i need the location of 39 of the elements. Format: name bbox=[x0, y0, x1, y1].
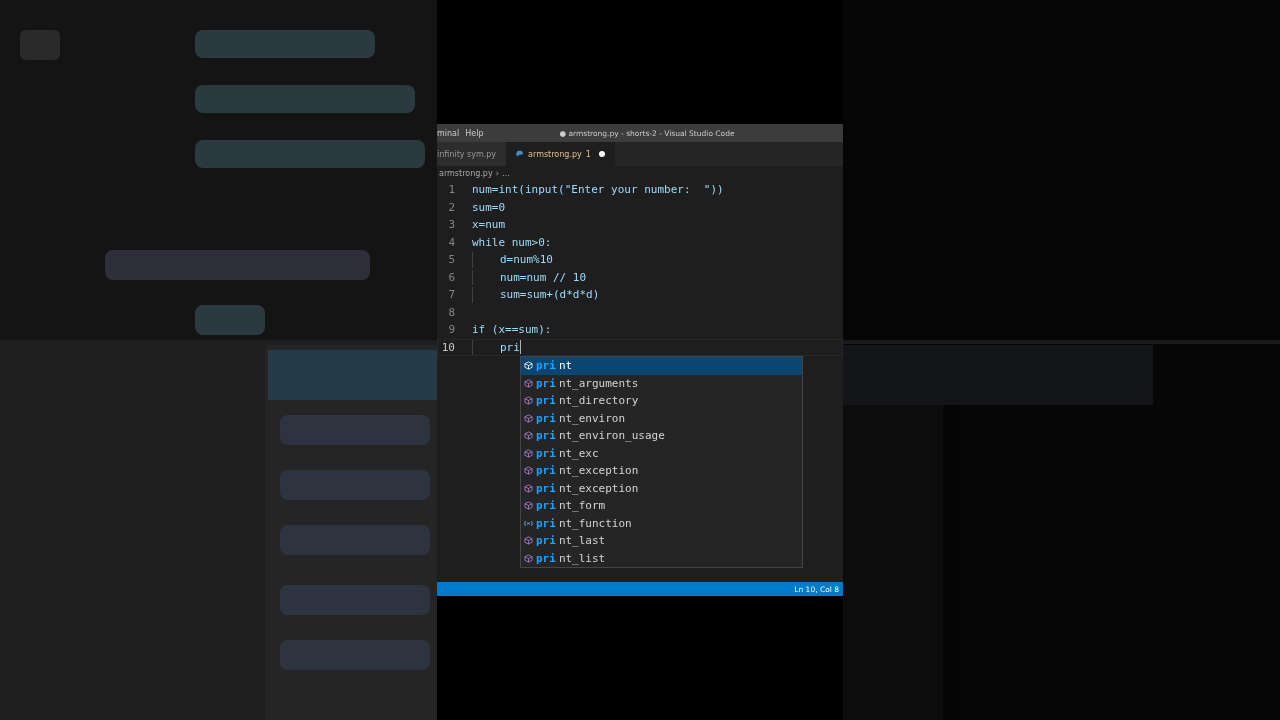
line-number: 1 bbox=[447, 183, 455, 197]
code-line: num=num // 10 bbox=[500, 270, 587, 284]
suggestion-item[interactable]: pri nt_list bbox=[521, 549, 802, 567]
breadcrumb-item[interactable]: armstrong.py bbox=[439, 168, 493, 178]
line-number: 7 bbox=[447, 288, 455, 302]
menu-item[interactable]: Help bbox=[465, 128, 490, 138]
code-line: if (x==sum): bbox=[472, 323, 552, 337]
line-number: 4 bbox=[447, 235, 455, 249]
suggestion-item[interactable]: pri nt_exception bbox=[521, 479, 802, 497]
line-number: 8 bbox=[447, 305, 455, 319]
menu-item[interactable]: minal bbox=[437, 128, 466, 138]
suggestion-item[interactable]: pri nt_arguments bbox=[521, 374, 802, 392]
suggestion-item[interactable]: pri nt_environ_usage bbox=[521, 427, 802, 445]
suggestion-item[interactable]: pri nt_directory bbox=[521, 392, 802, 410]
breadcrumb-item[interactable]: … bbox=[501, 168, 510, 178]
editor-tab[interactable]: infinity sym.py bbox=[437, 142, 507, 166]
line-number: 5 bbox=[447, 253, 455, 267]
suggestion-item[interactable]: pri nt_exception bbox=[521, 462, 802, 480]
code-line: x=num bbox=[472, 218, 506, 232]
suggestion-item[interactable]: pri nt_function bbox=[521, 514, 802, 532]
suggestion-item[interactable]: pri nt_exc bbox=[521, 444, 802, 462]
code-line: pri bbox=[500, 340, 520, 354]
python-file-icon bbox=[516, 150, 525, 158]
code-line: sum=sum+(d*d*d) bbox=[500, 288, 600, 302]
code-line: num=int(input("Enter your number: ")) bbox=[472, 183, 724, 197]
line-number: 3 bbox=[447, 218, 455, 232]
suggestion-item[interactable]: pri nt_environ bbox=[521, 409, 802, 427]
suggestion-item[interactable]: pri nt_last bbox=[521, 532, 802, 550]
suggestion-item[interactable]: pri nt bbox=[521, 357, 802, 375]
editor-tab[interactable]: armstrong.py 1 bbox=[506, 142, 615, 166]
code-line: sum=0 bbox=[472, 200, 506, 214]
line-number: 9 bbox=[447, 323, 455, 337]
line-number: 6 bbox=[447, 270, 455, 284]
suggestion-item[interactable]: pri nt_form bbox=[521, 497, 802, 515]
line-number: 10 bbox=[440, 340, 455, 354]
line-number: 2 bbox=[447, 200, 455, 214]
breadcrumb-item[interactable]: › bbox=[495, 168, 499, 178]
code-line: while num>0: bbox=[472, 235, 552, 249]
code-line: d=num%10 bbox=[500, 253, 553, 267]
